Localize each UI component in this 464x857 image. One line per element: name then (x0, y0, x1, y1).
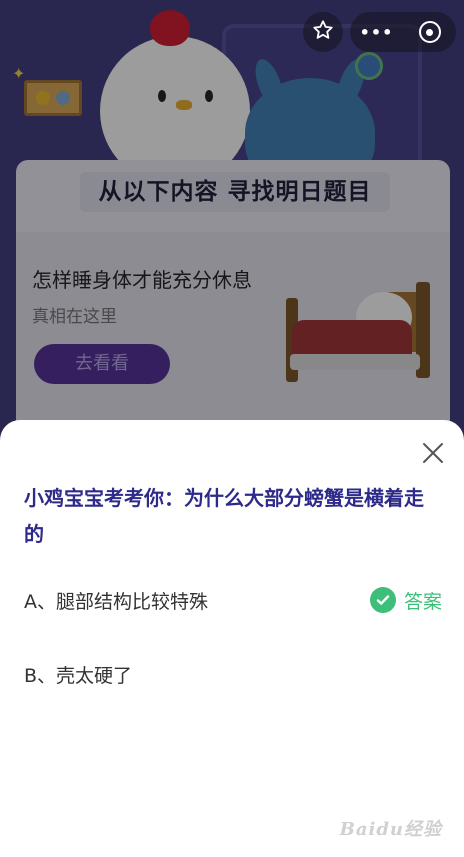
background-heading: 从以下内容 寻找明日题目 (80, 172, 390, 212)
chick-comb (150, 10, 190, 46)
answer-badge: 答案 (369, 587, 442, 614)
mini-program-capsule: ••• (350, 12, 456, 52)
baidu-watermark: Baidu经验 (339, 819, 442, 840)
chick-eye (158, 90, 166, 102)
background-page: ✦ 从以下内容 寻找明日题目 怎样睡身体才能充分休息 真相在这里 去看看 (0, 0, 464, 440)
quiz-bottom-sheet: 小鸡宝宝考考你：为什么大部分螃蟹是横着走的 A、腿部结构比较特殊 答案 B、壳太… (0, 420, 464, 857)
star-icon (312, 19, 334, 45)
close-icon (420, 443, 446, 470)
option-label: B、壳太硬了 (24, 664, 133, 687)
background-article-subtitle: 真相在这里 (32, 307, 117, 327)
more-dots-icon: ••• (359, 22, 394, 42)
sleeping-chick-illustration (286, 282, 436, 382)
check-circle-icon (369, 587, 396, 613)
sparkle-icon: ✦ (12, 64, 26, 83)
option-a[interactable]: A、腿部结构比较特殊 答案 (0, 576, 464, 624)
answer-label: 答案 (403, 590, 442, 613)
exit-button[interactable] (403, 12, 456, 52)
medal-icon (56, 91, 70, 105)
favorite-button[interactable] (303, 12, 343, 52)
option-label: A、腿部结构比较特殊 (24, 590, 208, 613)
chick-beak (176, 100, 192, 110)
background-article-title: 怎样睡身体才能充分休息 (32, 268, 252, 292)
option-b[interactable]: B、壳太硬了 (0, 650, 464, 698)
close-circle-icon (418, 21, 441, 43)
more-button[interactable]: ••• (350, 12, 403, 52)
quiz-question: 小鸡宝宝考考你：为什么大部分螃蟹是横着走的 (24, 486, 424, 546)
go-see-button[interactable]: 去看看 (34, 344, 170, 384)
medal-frame-illustration (24, 80, 82, 116)
close-button[interactable] (420, 440, 446, 466)
planet-icon (355, 52, 383, 80)
medal-icon (36, 91, 50, 105)
chick-eye (205, 90, 213, 102)
